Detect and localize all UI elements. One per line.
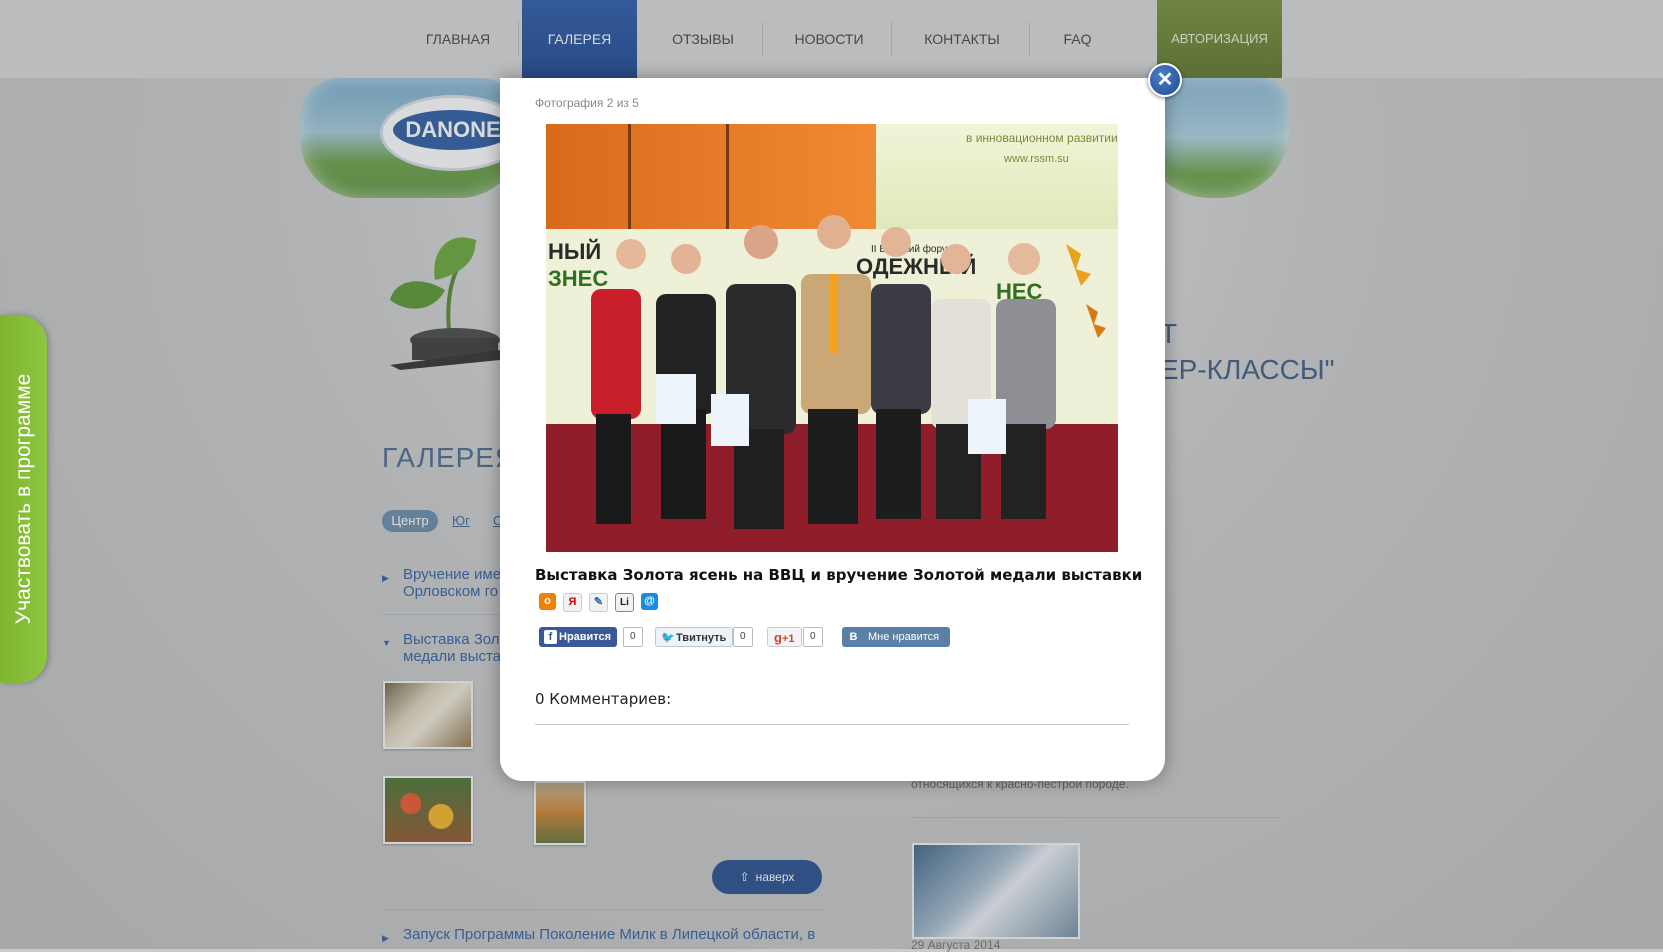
photo-modal: Фотография 2 из 5 в инновационном развит… bbox=[500, 78, 1165, 781]
photo-banner-big: НЫЙ bbox=[548, 239, 601, 264]
photo-banner-text: в инновационном развитии bbox=[966, 131, 1118, 145]
vk-icon: В bbox=[849, 631, 858, 643]
participate-label: Участвовать в программе bbox=[12, 373, 35, 625]
yandex-icon[interactable]: Я bbox=[563, 593, 582, 612]
livejournal-icon[interactable]: ✎ bbox=[589, 593, 608, 612]
facebook-like-button[interactable]: f Нравится bbox=[539, 627, 618, 647]
twitter-count: 0 bbox=[733, 627, 753, 647]
vk-like-button[interactable]: В Мне нравится bbox=[842, 627, 950, 647]
comments-count: 0 Комментариев: bbox=[535, 690, 672, 708]
photo-banner-big2: ЗНЕС bbox=[548, 266, 608, 291]
facebook-count: 0 bbox=[623, 627, 643, 647]
comments-divider bbox=[535, 724, 1129, 725]
twitter-tweet-button[interactable]: 🐦 Твитнуть bbox=[655, 627, 734, 647]
close-icon[interactable]: ✕ bbox=[1148, 63, 1182, 97]
participate-tab[interactable]: Участвовать в программе bbox=[0, 315, 47, 683]
facebook-icon: f bbox=[544, 630, 557, 644]
google-plus-button[interactable]: g+1 bbox=[767, 627, 802, 647]
group-photo-image: в инновационном развитии www.rssm.su НЫЙ… bbox=[546, 124, 1118, 552]
photo-caption: Выставка Золота ясень на ВВЦ и вручение … bbox=[535, 566, 1143, 584]
gallery-photo[interactable]: в инновационном развитии www.rssm.su НЫЙ… bbox=[546, 124, 1118, 552]
liveinternet-icon[interactable]: Li bbox=[615, 593, 634, 612]
twitter-icon: 🐦 bbox=[661, 632, 675, 644]
google-plus-icon: g bbox=[774, 630, 782, 645]
google-plus-count: 0 bbox=[803, 627, 823, 647]
mailru-icon[interactable]: @ bbox=[641, 593, 658, 610]
odnoklassniki-icon[interactable]: о bbox=[539, 593, 556, 610]
photo-counter: Фотография 2 из 5 bbox=[535, 96, 639, 110]
photo-banner-url: www.rssm.su bbox=[1003, 153, 1069, 165]
